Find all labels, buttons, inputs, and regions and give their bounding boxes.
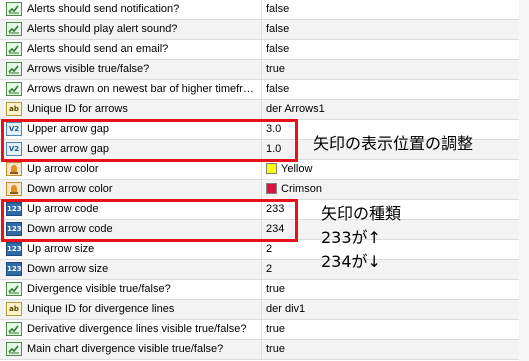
input-row[interactable]: Derivative divergence lines visible true… [0, 320, 529, 340]
input-value-text: 2 [266, 263, 273, 275]
column-divider [261, 340, 262, 359]
arrow-gap-highlight [1, 119, 298, 162]
input-value-text: Crimson [281, 183, 322, 195]
column-divider [261, 80, 262, 99]
input-value[interactable]: false [266, 80, 289, 99]
column-divider [261, 280, 262, 299]
input-row[interactable]: Arrows visible true/false? true [0, 60, 529, 80]
input-value[interactable]: 2 [266, 240, 272, 259]
color-type-icon [6, 182, 22, 196]
column-divider [261, 20, 262, 39]
input-name: Alerts should send an email? [27, 43, 169, 55]
code-annotation-up: 233が↑ [321, 228, 381, 247]
input-value-text: false [266, 23, 290, 35]
column-divider [261, 260, 262, 279]
column-divider [261, 100, 262, 119]
input-value-text: 2 [266, 243, 273, 255]
input-row[interactable]: Alerts should play alert sound? false [0, 20, 529, 40]
column-divider [261, 240, 262, 259]
input-name: Main chart divergence visible true/false… [27, 343, 224, 355]
input-name: Arrows drawn on newest bar of higher tim… [27, 83, 257, 95]
column-divider [261, 40, 262, 59]
string-type-icon: ab [6, 102, 22, 116]
input-row[interactable]: Alerts should send an email? false [0, 40, 529, 60]
code-annotation-down: 234が↓ [321, 252, 381, 271]
arrow-code-highlight [1, 199, 298, 242]
input-value-text: true [266, 283, 285, 295]
input-value-text: der Arrows1 [266, 103, 325, 115]
input-value-text: false [266, 43, 290, 55]
color-swatch [266, 183, 277, 194]
input-value-text: false [266, 3, 290, 15]
input-name: Derivative divergence lines visible true… [27, 323, 247, 335]
string-type-icon: ab [6, 302, 22, 316]
column-divider [261, 300, 262, 319]
column-divider [261, 160, 262, 179]
input-name: Up arrow color [27, 163, 99, 175]
input-name: Unique ID for arrows [27, 103, 128, 115]
input-value-text: false [266, 83, 290, 95]
input-row[interactable]: Down arrow color Crimson [0, 180, 529, 200]
bool-type-icon [6, 342, 22, 356]
input-value[interactable]: false [266, 40, 289, 59]
bool-type-icon [6, 2, 22, 16]
input-value[interactable]: true [266, 340, 285, 359]
input-value-text: true [266, 63, 285, 75]
input-row[interactable]: Divergence visible true/false? true [0, 280, 529, 300]
input-value[interactable]: false [266, 20, 289, 39]
input-value[interactable]: der Arrows1 [266, 100, 325, 119]
input-row[interactable]: 123 Up arrow size 2 [0, 240, 529, 260]
bool-type-icon [6, 82, 22, 96]
input-value[interactable]: der div1 [266, 300, 305, 319]
column-divider [261, 60, 262, 79]
input-name: Alerts should play alert sound? [27, 23, 178, 35]
input-value[interactable]: 2 [266, 260, 272, 279]
integer-type-icon: 123 [6, 242, 22, 256]
input-row[interactable]: Up arrow color Yellow [0, 160, 529, 180]
gap-annotation: 矢印の表示位置の調整 [313, 134, 474, 153]
input-value[interactable]: true [266, 60, 285, 79]
input-row[interactable]: 123 Down arrow size 2 [0, 260, 529, 280]
input-name: Down arrow size [27, 263, 109, 275]
integer-type-icon: 123 [6, 262, 22, 276]
bool-type-icon [6, 322, 22, 336]
color-swatch [266, 163, 277, 174]
bool-type-icon [6, 42, 22, 56]
input-name: Divergence visible true/false? [27, 283, 171, 295]
inputs-grid: Alerts should send notification? false Ale… [0, 0, 529, 360]
input-name: Arrows visible true/false? [27, 63, 150, 75]
color-type-icon [6, 162, 22, 176]
scrollbar[interactable] [519, 0, 529, 361]
input-row[interactable]: Alerts should send notification? false [0, 0, 529, 20]
input-value-text: Yellow [281, 163, 313, 175]
input-value[interactable]: Yellow [266, 160, 312, 179]
column-divider [261, 320, 262, 339]
input-name: Unique ID for divergence lines [27, 303, 175, 315]
input-name: Up arrow size [27, 243, 95, 255]
input-value-text: true [266, 323, 285, 335]
column-divider [261, 180, 262, 199]
input-value[interactable]: false [266, 0, 289, 19]
input-row[interactable]: ab Unique ID for arrows der Arrows1 [0, 100, 529, 120]
column-divider [261, 0, 262, 19]
bool-type-icon [6, 62, 22, 76]
bool-type-icon [6, 282, 22, 296]
input-row[interactable]: Main chart divergence visible true/false… [0, 340, 529, 360]
input-row[interactable]: ab Unique ID for divergence lines der div1 [0, 300, 529, 320]
code-annotation-title: 矢印の種類 [321, 204, 402, 223]
input-row[interactable]: Arrows drawn on newest bar of higher tim… [0, 80, 529, 100]
input-value[interactable]: true [266, 320, 285, 339]
input-value-text: true [266, 343, 285, 355]
input-value[interactable]: Crimson [266, 180, 322, 199]
input-value-text: der div1 [266, 303, 306, 315]
input-value[interactable]: true [266, 280, 285, 299]
input-name: Down arrow color [27, 183, 113, 195]
bool-type-icon [6, 22, 22, 36]
input-name: Alerts should send notification? [27, 3, 180, 15]
